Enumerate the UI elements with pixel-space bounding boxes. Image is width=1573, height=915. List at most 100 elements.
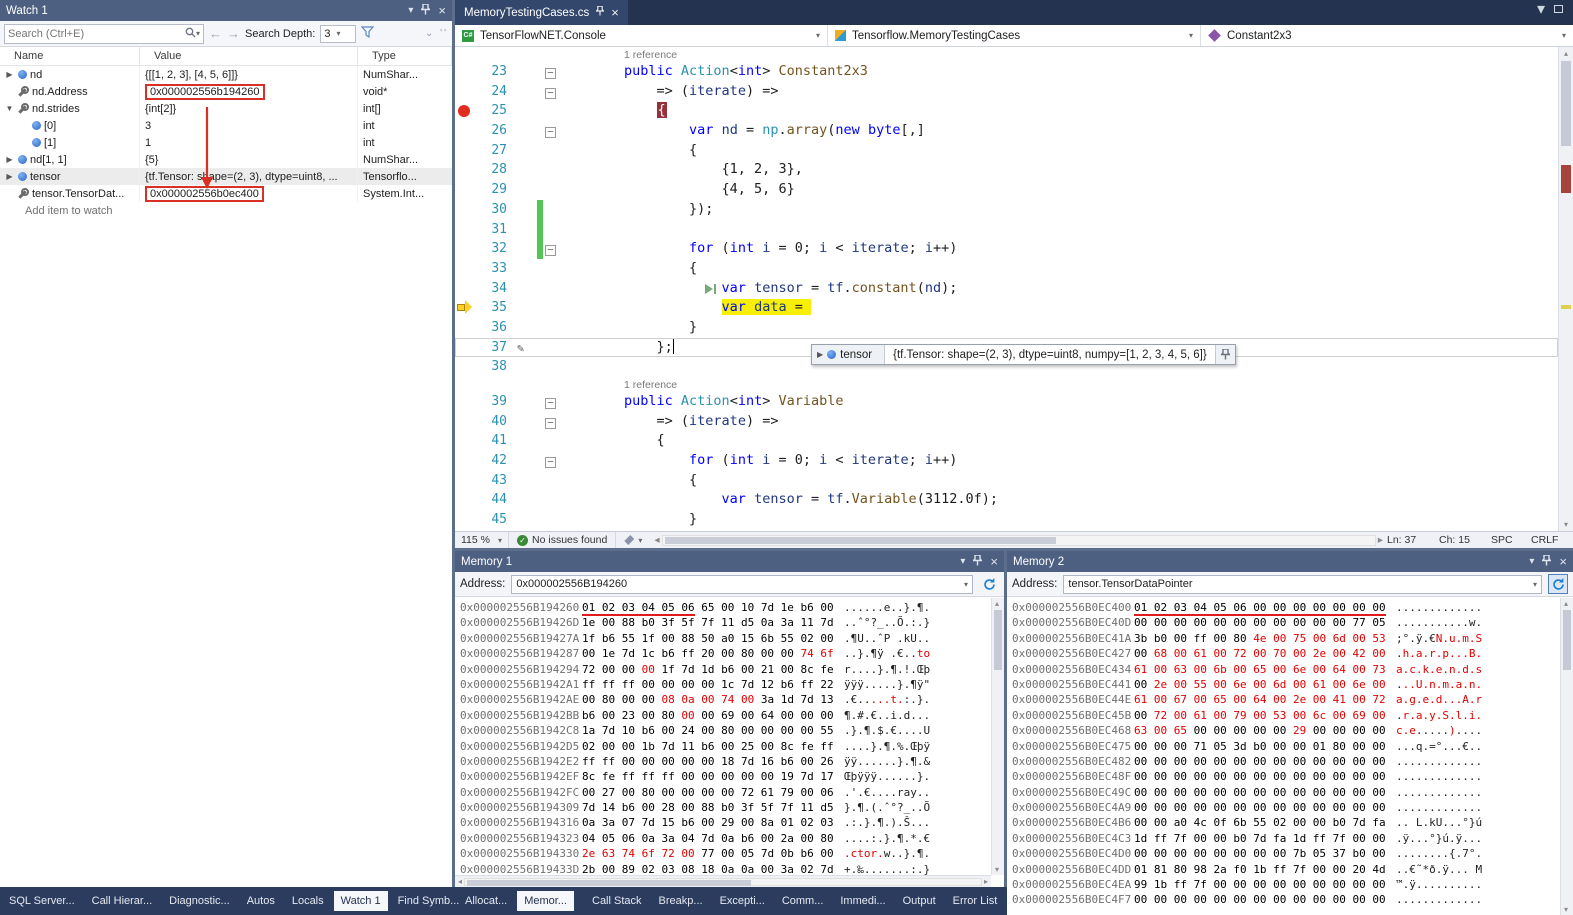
tool-window-tab[interactable]: Allocat... <box>458 891 514 911</box>
breakpoint-margin[interactable] <box>455 490 475 510</box>
breakpoint-margin[interactable] <box>455 451 475 471</box>
breakpoint-icon[interactable] <box>458 105 470 117</box>
scroll-right-icon[interactable]: ▸ <box>1378 534 1383 546</box>
watch-value[interactable]: 1 <box>145 137 151 149</box>
code-text[interactable]: for (int i = 0; i < iterate; i++) <box>559 451 1558 471</box>
tool-window-tab[interactable]: Output <box>896 891 943 911</box>
code-text[interactable]: var data = <box>559 298 1558 318</box>
code-text[interactable]: { <box>559 471 1558 491</box>
memory-row[interactable]: 0x000002556B0EC4D000 00 00 00 00 00 00 0… <box>1012 846 1573 861</box>
chevron-down-icon[interactable]: ▾ <box>1533 580 1537 589</box>
fold-collapse-icon[interactable]: – <box>545 457 556 468</box>
breakpoint-margin[interactable] <box>455 141 475 161</box>
code-line[interactable]: 40–=> (iterate) => <box>455 412 1558 432</box>
code-line[interactable]: 31 <box>455 220 1558 240</box>
tool-window-tab[interactable]: Error List <box>946 891 1005 911</box>
scroll-right-icon[interactable]: ▸ <box>984 877 988 886</box>
pin-icon[interactable] <box>1215 345 1235 364</box>
tool-window-tab[interactable]: Call Hierar... <box>85 891 160 911</box>
code-line[interactable]: 41{ <box>455 431 1558 451</box>
scroll-up-icon[interactable]: ▴ <box>995 599 999 608</box>
fold-collapse-icon[interactable]: – <box>545 418 556 429</box>
watch-row[interactable]: tensor.TensorDat...0x000002556b0ec400Sys… <box>0 185 452 202</box>
breakpoint-margin[interactable] <box>455 412 475 432</box>
outlining-margin[interactable]: – <box>543 451 559 471</box>
codelens-references[interactable]: 1 reference <box>624 379 677 391</box>
code-text[interactable]: { <box>559 259 1558 279</box>
add-watch-item[interactable]: Add item to watch <box>0 202 452 219</box>
scrollbar-thumb[interactable] <box>1563 610 1571 670</box>
memory1-horizontal-scrollbar[interactable]: ◂ ▸ <box>455 875 991 887</box>
fold-collapse-icon[interactable]: – <box>545 245 556 256</box>
code-text[interactable]: } <box>559 510 1558 530</box>
outlining-margin[interactable] <box>543 180 559 200</box>
memory-row[interactable]: 0x000002556B1942C81a 7d 10 b6 00 24 00 8… <box>460 723 1004 738</box>
outlining-margin[interactable]: – <box>543 239 559 259</box>
watch-value[interactable]: 3 <box>145 120 151 132</box>
breakpoint-margin[interactable] <box>455 101 475 121</box>
code-line[interactable]: 29{4, 5, 6} <box>455 180 1558 200</box>
code-editor[interactable]: 1 reference23–public Action<int> Constan… <box>455 47 1573 531</box>
memory-row[interactable]: 0x000002556B0EC46863 00 65 00 00 00 00 0… <box>1012 723 1573 738</box>
memory-row[interactable]: 0x000002556B19426001 02 03 04 05 06 65 0… <box>460 600 1004 615</box>
code-text[interactable]: => (iterate) => <box>559 412 1558 432</box>
outlining-margin[interactable]: – <box>543 412 559 432</box>
memory-row[interactable]: 0x000002556B19426D1e 00 88 b0 3f 5f 7f 1… <box>460 615 1004 630</box>
column-value[interactable]: Value <box>140 47 358 65</box>
code-line[interactable]: 39–public Action<int> Variable <box>455 392 1558 412</box>
memory-row[interactable]: 0x000002556B0EC4F700 00 00 00 00 00 00 0… <box>1012 892 1573 907</box>
datatip[interactable]: ▶ tensor {tf.Tensor: shape=(2, 3), dtype… <box>811 344 1236 365</box>
memory-row[interactable]: 0x000002556B0EC48F00 00 00 00 00 00 00 0… <box>1012 769 1573 784</box>
breakpoint-margin[interactable] <box>455 279 475 299</box>
address-input[interactable] <box>516 578 964 590</box>
chevron-down-icon[interactable]: ▾ <box>960 557 965 567</box>
code-text[interactable] <box>559 220 1558 240</box>
watch-value[interactable]: 0x000002556b0ec400 <box>145 186 264 202</box>
code-line[interactable]: 27{ <box>455 141 1558 161</box>
scroll-down-icon[interactable]: ▾ <box>1564 905 1568 914</box>
codelens-row[interactable]: 1 reference <box>455 377 1558 392</box>
breakpoint-margin[interactable] <box>455 318 475 338</box>
outlining-margin[interactable] <box>543 318 559 338</box>
memory-row[interactable]: 0x000002556B1943097d 14 b6 00 28 00 88 b… <box>460 800 1004 815</box>
health-settings[interactable]: ▾ <box>615 532 650 548</box>
code-line[interactable]: 33{ <box>455 259 1558 279</box>
watch-row[interactable]: ▼nd.strides{int[2]}int[] <box>0 100 452 117</box>
code-text[interactable]: 1 reference <box>559 47 1558 62</box>
memory-row[interactable]: 0x000002556B19427A1f b6 55 1f 00 88 50 a… <box>460 631 1004 646</box>
tool-window-tab[interactable]: Breakp... <box>652 891 710 911</box>
code-text[interactable]: { <box>559 431 1558 451</box>
outlining-margin[interactable] <box>543 101 559 121</box>
memory-row[interactable]: 0x000002556B1943302e 63 74 6f 72 00 77 0… <box>460 846 1004 861</box>
code-line[interactable]: 44var tensor = tf.Variable(3112.0f); <box>455 490 1558 510</box>
fold-collapse-icon[interactable]: – <box>545 398 556 409</box>
fold-collapse-icon[interactable]: – <box>545 127 556 138</box>
outlining-margin[interactable] <box>543 47 559 62</box>
memory-row[interactable]: 0x000002556B0EC4A900 00 00 00 00 00 00 0… <box>1012 800 1573 815</box>
memory-row[interactable]: 0x000002556B0EC45B00 72 00 61 00 79 00 5… <box>1012 708 1573 723</box>
tool-window-tab[interactable]: Memor... <box>517 891 574 911</box>
memory-row[interactable]: 0x000002556B19432304 05 06 0a 3a 04 7d 0… <box>460 831 1004 846</box>
breakpoint-margin[interactable] <box>455 82 475 102</box>
code-text[interactable]: } <box>559 318 1558 338</box>
tool-window-tab[interactable]: Locals <box>285 891 331 911</box>
memory-row[interactable]: 0x000002556B1942EF8c fe ff ff ff 00 00 0… <box>460 769 1004 784</box>
memory-row[interactable]: 0x000002556B1942A1ff ff ff 00 00 00 00 1… <box>460 677 1004 692</box>
tool-window-tab[interactable]: Excepti... <box>713 891 772 911</box>
code-text[interactable]: for (int i = 0; i < iterate; i++) <box>559 239 1558 259</box>
outlining-margin[interactable] <box>543 510 559 530</box>
tool-window-tab[interactable]: Call Stack <box>585 891 649 911</box>
breakpoint-margin[interactable] <box>455 259 475 279</box>
code-text[interactable]: public Action<int> Variable <box>559 392 1558 412</box>
scrollbar-thumb[interactable] <box>665 537 1057 544</box>
scroll-up-icon[interactable]: ▴ <box>1559 49 1573 58</box>
scrollbar-thumb[interactable] <box>467 880 751 886</box>
breakpoint-margin[interactable] <box>455 180 475 200</box>
memory-row[interactable]: 0x000002556B1943160a 3a 07 7d 15 b6 00 2… <box>460 815 1004 830</box>
code-line[interactable]: 30}); <box>455 200 1558 220</box>
refresh-button[interactable] <box>1548 574 1568 594</box>
code-line[interactable]: 23–public Action<int> Constant2x3 <box>455 62 1558 82</box>
search-depth-combo[interactable]: 3 ▾ <box>320 25 356 43</box>
close-icon[interactable]: × <box>990 557 998 567</box>
code-line[interactable]: 42–for (int i = 0; i < iterate; i++) <box>455 451 1558 471</box>
